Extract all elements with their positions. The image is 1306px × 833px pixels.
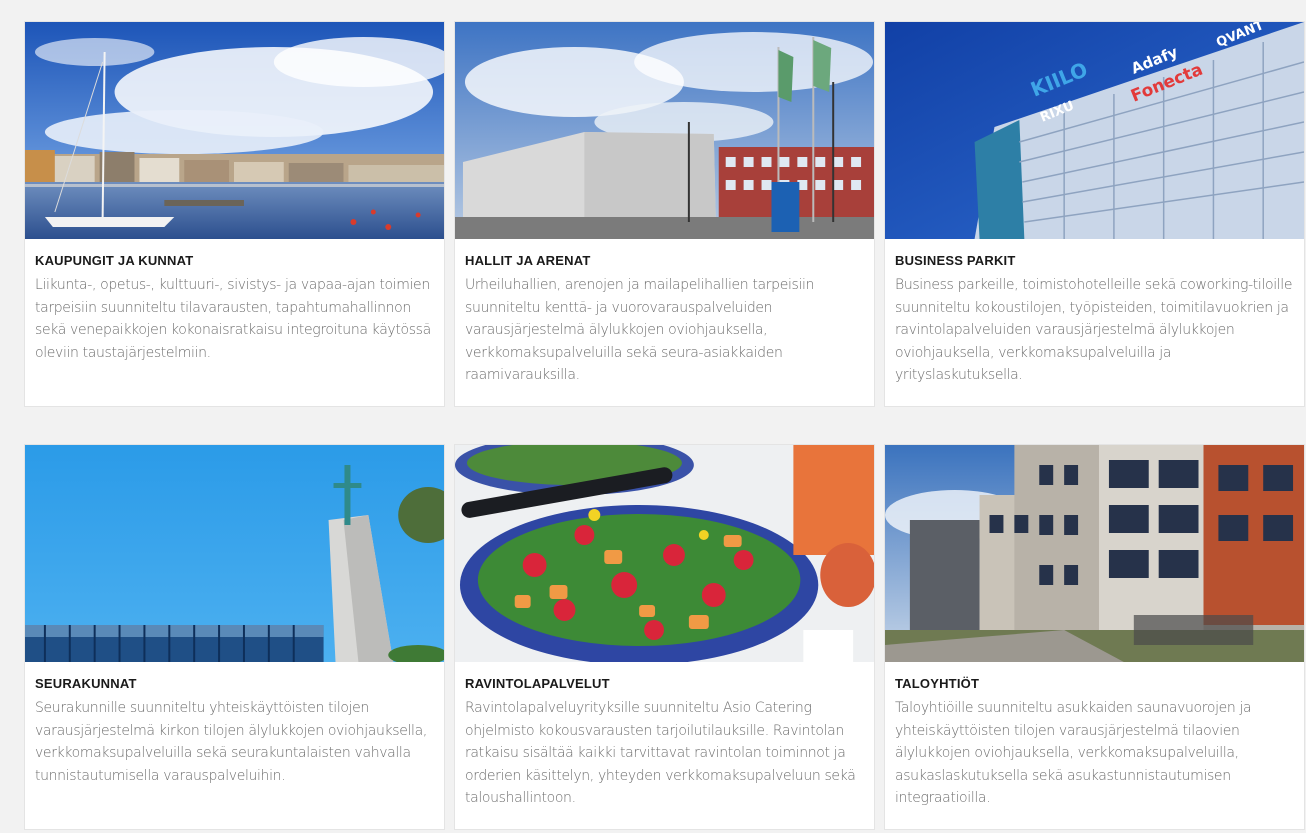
card-seurakunnat[interactable]: SEURAKUNNAT Seurakunnille suunniteltu yh… — [24, 444, 445, 830]
card-description: Seurakunnille suunniteltu yhteiskäyttöis… — [35, 700, 427, 784]
card-kaupungit-ja-kunnat[interactable]: KAUPUNGIT JA KUNNAT Liikunta-, opetus-, … — [24, 21, 445, 407]
apartment-building-photo[interactable] — [885, 445, 1304, 662]
card-hallit-ja-arenat[interactable]: HALLIT JA ARENAT Urheiluhallien, arenoje… — [454, 21, 875, 407]
card-title[interactable]: TALOYHTIÖT — [895, 676, 1294, 691]
arena-building-photo[interactable] — [455, 22, 874, 239]
card-title[interactable]: RAVINTOLAPALVELUT — [465, 676, 864, 691]
card-description: Taloyhtiöille suunniteltu asukkaiden sau… — [895, 700, 1252, 806]
card-description: Liikunta-, opetus-, kulttuuri-, sivistys… — [35, 277, 431, 361]
card-description: Business parkeille, toimistohotelleille … — [895, 277, 1293, 383]
card-title[interactable]: HALLIT JA ARENAT — [465, 253, 864, 268]
card-description: Urheiluhallien, arenojen ja mailapelihal… — [465, 277, 815, 383]
office-tower-photo[interactable]: KIILO RIXU Adafy Fonecta QVANT — [885, 22, 1304, 239]
card-title[interactable]: BUSINESS PARKIT — [895, 253, 1294, 268]
church-tower-photo[interactable] — [25, 445, 444, 662]
card-title[interactable]: SEURAKUNNAT — [35, 676, 434, 691]
card-description: Ravintolapalveluyrityksille suunniteltu … — [465, 700, 856, 806]
card-taloyhtiot[interactable]: TALOYHTIÖT Taloyhtiöille suunniteltu asu… — [884, 444, 1305, 830]
harbor-city-photo[interactable] — [25, 22, 444, 239]
solutions-grid: KAUPUNGIT JA KUNNAT Liikunta-, opetus-, … — [24, 21, 1305, 830]
card-title[interactable]: KAUPUNGIT JA KUNNAT — [35, 253, 434, 268]
card-ravintolapalvelut[interactable]: RAVINTOLAPALVELUT Ravintolapalveluyrityk… — [454, 444, 875, 830]
card-business-parkit[interactable]: KIILO RIXU Adafy Fonecta QVANT BUSINESS … — [884, 21, 1305, 407]
salad-bowl-photo[interactable] — [455, 445, 874, 662]
